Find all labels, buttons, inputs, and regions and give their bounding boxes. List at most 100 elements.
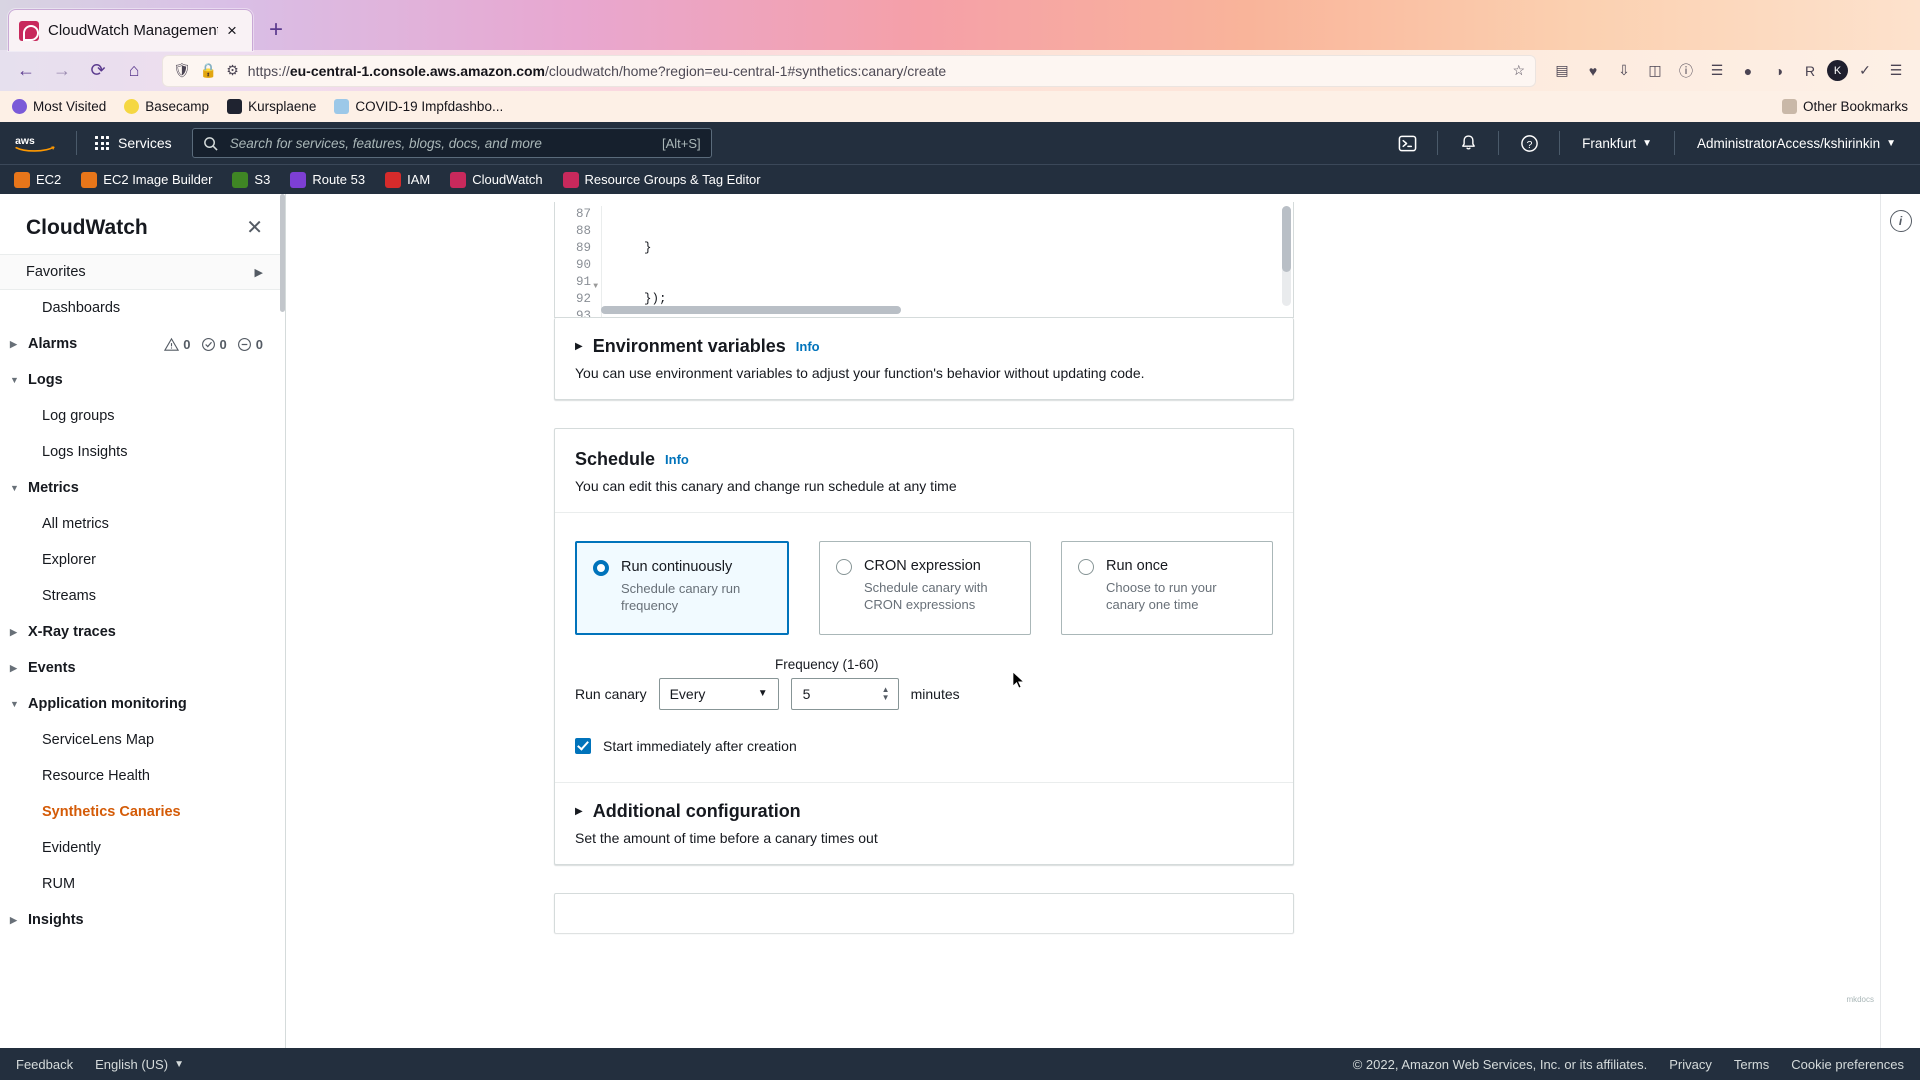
language-selector[interactable]: English (US) ▼: [95, 1057, 184, 1072]
bookmark-covid-dashboard[interactable]: COVID-19 Impfdashbo...: [334, 99, 503, 114]
sidebar-item-alarms[interactable]: ▶ Alarms 0 0 0: [0, 326, 285, 362]
sidebar-item-metrics[interactable]: ▼ Metrics: [0, 470, 285, 506]
start-immediately-row[interactable]: Start immediately after creation: [555, 716, 1293, 782]
sidebar-item-logs-insights[interactable]: Logs Insights: [0, 434, 285, 470]
services-menu-button[interactable]: Services: [89, 131, 178, 155]
schedule-option-cron-expression[interactable]: CRON expression Schedule canary with CRO…: [819, 541, 1031, 635]
canary-script-editor[interactable]: 87 88 89 90 91▼ 92 93 94 } }); //: [554, 202, 1294, 318]
fav-iam[interactable]: IAM: [385, 171, 430, 188]
pocket-icon[interactable]: ♥: [1579, 57, 1607, 85]
interval-select[interactable]: Every ▼: [658, 677, 779, 710]
extension-info-icon[interactable]: ⓘ: [1672, 57, 1700, 85]
bookmark-most-visited[interactable]: Most Visited: [12, 99, 106, 114]
sidebar-item-explorer[interactable]: Explorer: [0, 542, 285, 578]
quantity-stepper[interactable]: ▲ ▼: [882, 686, 890, 702]
avatar[interactable]: K: [1827, 60, 1848, 81]
back-icon[interactable]: ←: [10, 55, 42, 87]
stepper-up-icon[interactable]: ▲: [882, 686, 890, 694]
fold-icon[interactable]: ▼: [593, 278, 598, 295]
bell-icon[interactable]: [1450, 128, 1486, 158]
resource-groups-icon: [562, 171, 579, 188]
extension-shield-icon[interactable]: ◑: [1765, 57, 1793, 85]
alarm-insufficient-count: 0: [255, 336, 263, 352]
code-horizontal-scrollbar[interactable]: [601, 306, 1279, 314]
other-bookmarks[interactable]: Other Bookmarks: [1781, 99, 1908, 114]
bookmark-kursplaene[interactable]: Kursplaene: [227, 99, 316, 114]
info-link[interactable]: Info: [796, 339, 820, 354]
browser-tab[interactable]: CloudWatch Management ×: [8, 9, 253, 51]
route53-icon: [290, 171, 307, 188]
triangle-right-icon[interactable]: ▶: [575, 341, 583, 352]
sidebar-scrollbar[interactable]: [279, 194, 285, 334]
fav-route53[interactable]: Route 53: [290, 171, 365, 188]
close-icon[interactable]: ×: [227, 22, 237, 39]
sidebar-item-logs[interactable]: ▼ Logs: [0, 362, 285, 398]
extension-green-icon[interactable]: ●: [1734, 57, 1762, 85]
sidebar-item-application-monitoring[interactable]: ▼ Application monitoring: [0, 686, 285, 722]
terms-link[interactable]: Terms: [1734, 1057, 1769, 1072]
sidebar-item-resource-health[interactable]: Resource Health: [0, 758, 285, 794]
ok-icon: [201, 337, 215, 351]
sidebar-item-all-metrics[interactable]: All metrics: [0, 506, 285, 542]
additional-configuration-header[interactable]: ▶ Additional configuration: [555, 783, 1293, 824]
info-circle-icon[interactable]: i: [1889, 210, 1912, 232]
sidebar-item-favorites[interactable]: Favorites ▶: [0, 254, 285, 290]
code-vertical-scrollbar[interactable]: [1282, 206, 1291, 306]
fav-ec2-image-builder[interactable]: EC2 Image Builder: [81, 171, 212, 188]
aws-logo[interactable]: aws: [14, 134, 58, 153]
frequency-input[interactable]: 5 ▲ ▼: [790, 677, 899, 710]
search-input[interactable]: [227, 134, 653, 152]
close-icon[interactable]: ✕: [246, 218, 263, 238]
home-icon[interactable]: ⌂: [118, 55, 150, 87]
privacy-link[interactable]: Privacy: [1669, 1057, 1712, 1072]
app-menu-icon[interactable]: ☰: [1882, 57, 1910, 85]
start-immediately-checkbox[interactable]: [575, 737, 591, 754]
extension-r-icon[interactable]: R: [1796, 57, 1824, 85]
bookmark-star-icon[interactable]: ☆: [1512, 62, 1525, 79]
downloads-icon[interactable]: ⇩: [1610, 57, 1638, 85]
sidebar-item-synthetics-canaries[interactable]: Synthetics Canaries: [0, 794, 285, 830]
aws-search-box[interactable]: [Alt+S]: [191, 128, 712, 158]
bookmark-basecamp[interactable]: Basecamp: [124, 99, 209, 114]
fav-resource-groups[interactable]: Resource Groups & Tag Editor: [562, 171, 761, 188]
sidebar-item-dashboards[interactable]: Dashboards: [0, 290, 285, 326]
address-bar[interactable]: 🛡 🔒 ⚙ https://eu-central-1.console.aws.a…: [162, 54, 1536, 87]
environment-variables-header[interactable]: ▶ Environment variables Info: [555, 318, 1293, 359]
fav-s3[interactable]: S3: [232, 171, 270, 188]
sidebar-item-evidently[interactable]: Evidently: [0, 830, 285, 866]
sidebar-item-events[interactable]: ▶ Events: [0, 650, 285, 686]
cookie-preferences-link[interactable]: Cookie preferences: [1791, 1057, 1904, 1072]
radio-button[interactable]: [836, 559, 852, 575]
sidebar-icon[interactable]: ◫: [1641, 57, 1669, 85]
stepper-down-icon[interactable]: ▼: [882, 694, 890, 702]
extension-tab-icon[interactable]: ☰: [1703, 57, 1731, 85]
sidebar-item-log-groups[interactable]: Log groups: [0, 398, 285, 434]
feedback-link[interactable]: Feedback: [16, 1057, 73, 1072]
cloudshell-icon[interactable]: [1389, 128, 1425, 158]
help-icon[interactable]: ?: [1511, 128, 1547, 158]
fav-ec2[interactable]: EC2: [14, 171, 61, 188]
sidebar-item-streams[interactable]: Streams: [0, 578, 285, 614]
sidebar-item-xray-traces[interactable]: ▶ X-Ray traces: [0, 614, 285, 650]
new-tab-button[interactable]: +: [269, 18, 283, 42]
triangle-right-icon[interactable]: ▶: [575, 806, 583, 817]
fav-cloudwatch[interactable]: CloudWatch: [450, 171, 543, 188]
sidebar-item-insights[interactable]: ▶ Insights: [0, 902, 285, 938]
extension-check-icon[interactable]: ✓: [1851, 57, 1879, 85]
schedule-option-run-continuously[interactable]: Run continuously Schedule canary run fre…: [575, 541, 789, 635]
radio-button[interactable]: [593, 560, 609, 576]
sidebar-item-servicelens-map[interactable]: ServiceLens Map: [0, 722, 285, 758]
region-selector[interactable]: Frankfurt ▼: [1572, 131, 1662, 156]
sidebar-item-rum[interactable]: RUM: [0, 866, 285, 902]
account-menu[interactable]: AdministratorAccess/kshirinkin ▼: [1687, 131, 1906, 156]
code-lines[interactable]: } }); // Wait for 15 seconds to let page…: [601, 206, 1293, 317]
info-link[interactable]: Info: [665, 452, 689, 467]
schedule-option-run-once[interactable]: Run once Choose to run your canary one t…: [1061, 541, 1273, 635]
schedule-option-tiles: Run continuously Schedule canary run fre…: [555, 513, 1293, 635]
radio-button[interactable]: [1078, 559, 1094, 575]
shield-icon: 🛡: [173, 62, 191, 78]
forward-icon[interactable]: →: [46, 55, 78, 87]
reload-icon[interactable]: ⟳: [82, 55, 114, 87]
run-canary-label: Run canary: [575, 685, 647, 702]
container-tabs-icon[interactable]: ▤: [1548, 57, 1576, 85]
